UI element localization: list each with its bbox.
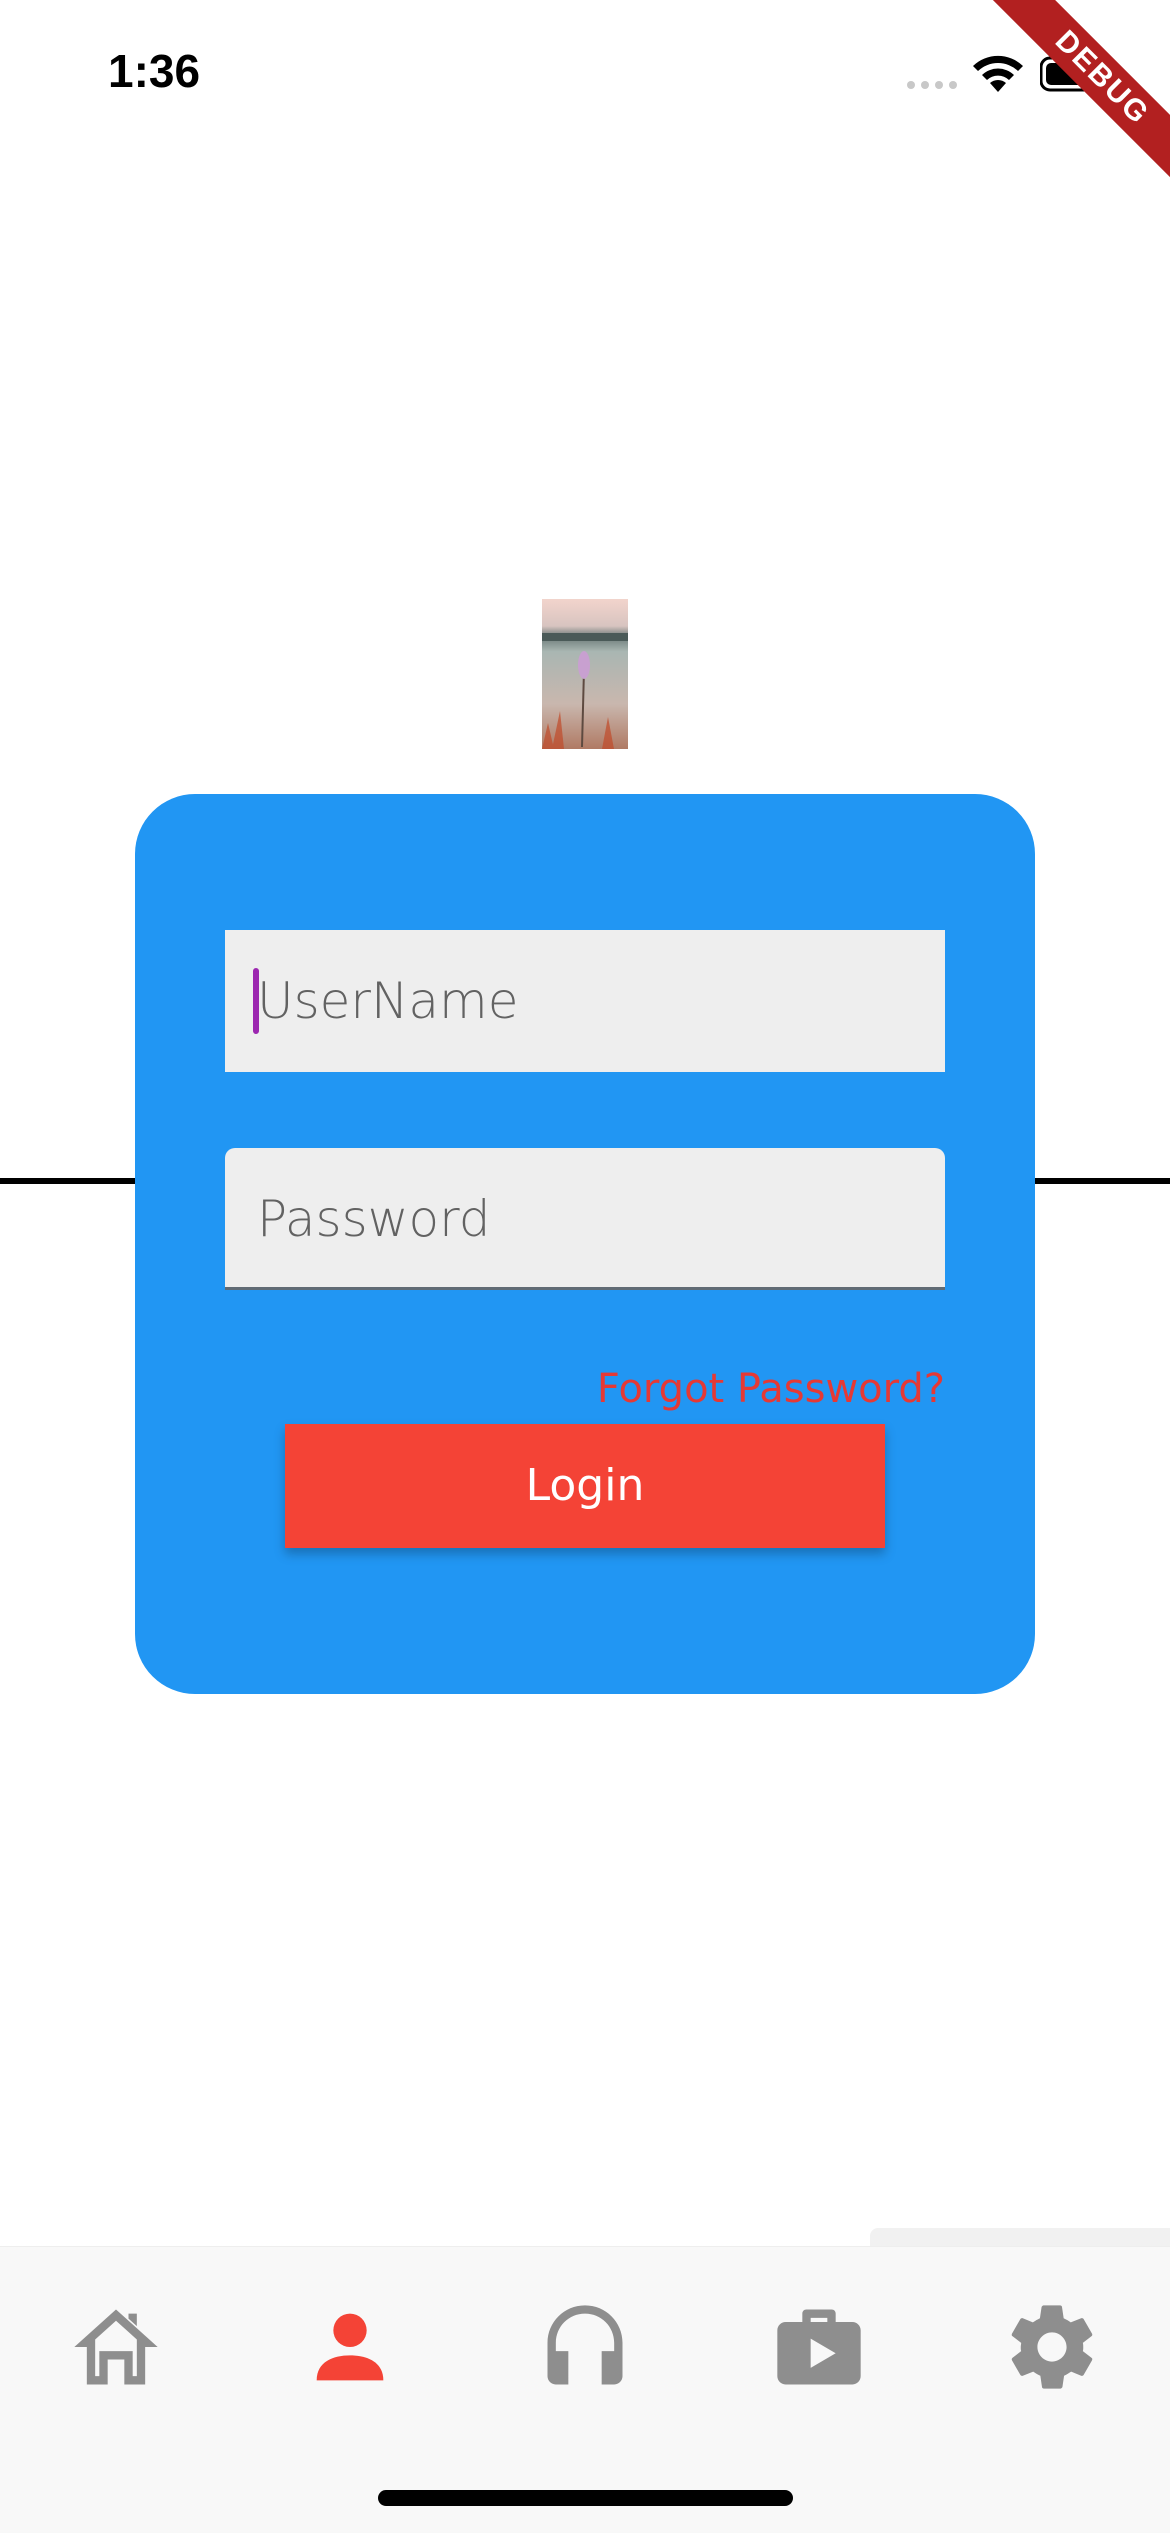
login-card: UserName Password Forgot Password? Login [135, 794, 1035, 1694]
debug-label: DEBUG [980, 0, 1170, 200]
work-play-icon [777, 2309, 861, 2385]
headphones-icon [547, 2305, 623, 2385]
forgot-password-link[interactable]: Forgot Password? [597, 1366, 945, 1412]
debug-banner: DEBUG [970, 0, 1170, 200]
logo-image [542, 599, 628, 749]
password-placeholder: Password [257, 1190, 491, 1248]
person-icon [316, 2313, 384, 2381]
nav-work[interactable] [769, 2297, 869, 2397]
home-icon [74, 2309, 158, 2385]
nav-audio[interactable] [535, 2297, 635, 2397]
username-field[interactable]: UserName [225, 930, 945, 1072]
nav-settings[interactable] [1002, 2297, 1102, 2397]
username-placeholder: UserName [257, 972, 519, 1030]
cellular-signal-icon [907, 81, 957, 89]
password-field[interactable]: Password [225, 1148, 945, 1290]
watermark [870, 2228, 1170, 2246]
home-indicator[interactable] [378, 2490, 793, 2506]
login-button[interactable]: Login [285, 1424, 885, 1548]
nav-home[interactable] [66, 2297, 166, 2397]
nav-profile[interactable] [300, 2297, 400, 2397]
settings-icon [1011, 2305, 1093, 2389]
status-time: 1:36 [108, 45, 201, 97]
